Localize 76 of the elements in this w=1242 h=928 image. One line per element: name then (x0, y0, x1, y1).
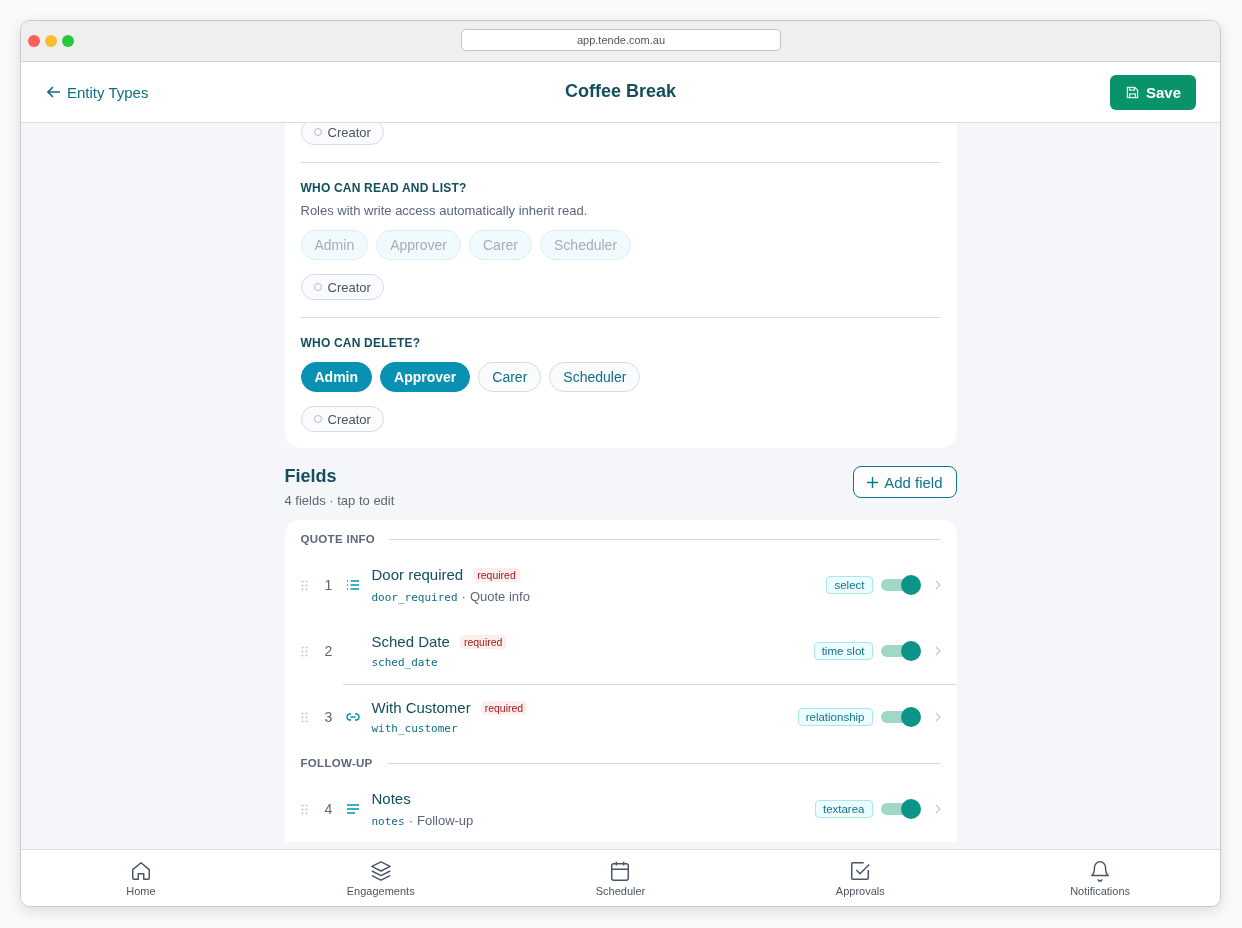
section-heading: WHO CAN READ AND LIST? (300, 181, 468, 195)
toggle-switch[interactable] (880, 575, 921, 595)
creator-chip[interactable]: Creator (300, 123, 384, 145)
role-chip[interactable]: Scheduler (549, 362, 641, 392)
section-title: Fields (284, 466, 338, 487)
back-arrow-icon (47, 85, 61, 99)
nav-tab[interactable]: Approvals (740, 850, 981, 906)
field-number: 1 (323, 577, 334, 593)
creator-chip[interactable]: Creator (300, 274, 384, 300)
role-chip[interactable]: Carer (478, 362, 542, 392)
drag-handle-icon[interactable] (300, 803, 308, 815)
field-key: door_required (371, 591, 458, 604)
field-group: Quote info (469, 589, 530, 604)
link-icon (345, 710, 360, 724)
group-heading: FOLLOW-UP (300, 757, 373, 769)
address-bar[interactable]: app.tende.com.au (461, 29, 781, 51)
field-row[interactable]: 4 Notes notes · Follow-up textarea (300, 776, 941, 842)
field-number: 3 (323, 709, 334, 725)
plus-icon (867, 476, 879, 488)
text-lines-icon (345, 802, 360, 816)
group-heading: QUOTE INFO (300, 533, 376, 545)
chevron-right-icon (934, 580, 941, 590)
list-icon (345, 578, 360, 592)
field-type-tag: relationship (797, 708, 873, 726)
fields-count-text: 4 fields · tap to edit (284, 493, 395, 508)
section-heading: WHO CAN DELETE? (300, 336, 422, 350)
chevron-right-icon (934, 712, 941, 722)
field-key: notes (371, 815, 405, 828)
chevron-right-icon (934, 804, 941, 814)
toggle-switch[interactable] (880, 707, 921, 727)
separator-dot: · (461, 589, 466, 604)
field-name: With Customer (371, 699, 471, 716)
home-icon (129, 859, 152, 882)
drag-handle-icon[interactable] (300, 645, 308, 657)
bell-icon (1089, 859, 1112, 882)
field-type-tag: select (826, 576, 873, 594)
field-number: 4 (323, 801, 334, 817)
field-row[interactable]: 2 Sched Date required sched_date time slot (300, 618, 941, 684)
field-row[interactable]: 1 Door required required door_required · Quote info select (300, 552, 941, 618)
field-group: Follow-up (416, 813, 474, 828)
nav-tab[interactable]: Engagements (260, 850, 501, 906)
layers-icon (369, 859, 392, 882)
save-icon (1125, 85, 1139, 99)
minimize-button[interactable] (45, 35, 57, 47)
back-link[interactable]: Entity Types (47, 83, 149, 101)
toggle-switch[interactable] (880, 799, 921, 819)
chevron-right-icon (934, 646, 941, 656)
field-number: 2 (323, 643, 334, 659)
close-button[interactable] (28, 35, 40, 47)
separator-dot: · (408, 813, 413, 828)
role-chip[interactable]: Admin (300, 362, 373, 392)
calendar-icon (609, 859, 632, 882)
toggle-switch[interactable] (880, 641, 921, 661)
field-name: Sched Date (371, 633, 450, 650)
field-type-tag: time slot (813, 642, 873, 660)
nav-tab[interactable]: Scheduler (500, 850, 741, 906)
checkbox-icon (849, 859, 872, 882)
creator-chip[interactable]: Creator (300, 406, 384, 432)
required-badge: required (480, 700, 528, 715)
add-field-button[interactable]: Add field (853, 466, 957, 498)
nav-tab[interactable]: Home (21, 850, 261, 906)
role-chip[interactable]: Approver (380, 362, 471, 392)
save-button[interactable]: Save (1109, 74, 1196, 110)
nav-tab[interactable]: Notifications (980, 850, 1220, 906)
field-key: sched_date (371, 656, 438, 669)
page-title: Coffee Break (564, 81, 676, 102)
field-name: Notes (371, 790, 411, 807)
field-key: with_customer (371, 722, 458, 735)
field-name: Door required (371, 566, 464, 583)
drag-handle-icon[interactable] (300, 579, 308, 591)
field-type-tag: textarea (814, 800, 873, 818)
helper-text: Roles with write access automatically inherit read. (300, 203, 589, 218)
required-badge: required (459, 634, 507, 649)
zoom-button[interactable] (62, 35, 74, 47)
required-badge: required (473, 567, 520, 582)
drag-handle-icon[interactable] (300, 711, 308, 723)
